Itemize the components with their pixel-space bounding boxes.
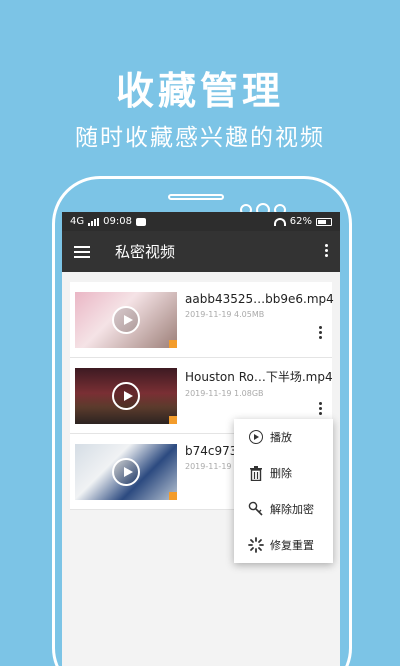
- key-icon: [248, 501, 264, 517]
- promo-subtitle: 随时收藏感兴趣的视频: [75, 125, 325, 151]
- thumbnail-badge: [169, 492, 177, 500]
- message-icon: [135, 217, 146, 226]
- video-file-meta: 2019-11-19 1.08GB: [185, 389, 264, 398]
- app-bar: 私密视频: [62, 231, 340, 272]
- menu-item-play[interactable]: 播放: [234, 419, 333, 455]
- page-title: 私密视频: [115, 243, 176, 261]
- more-options-icon[interactable]: [325, 244, 328, 257]
- video-file-meta: 2019-11-19 4.05MB: [185, 310, 265, 319]
- menu-item-repair[interactable]: 修复重置: [234, 527, 333, 563]
- signal-icon: [88, 217, 100, 226]
- thumbnail-badge: [169, 340, 177, 348]
- wifi-icon: [273, 217, 286, 226]
- status-bar: 4G 09:08 62%: [62, 212, 340, 231]
- play-icon[interactable]: [112, 382, 140, 410]
- play-icon[interactable]: [112, 306, 140, 334]
- menu-icon[interactable]: [74, 245, 90, 258]
- video-thumbnail[interactable]: [75, 368, 177, 424]
- menu-item-decrypt[interactable]: 解除加密: [234, 491, 333, 527]
- trash-icon: [248, 465, 264, 481]
- menu-item-label: 解除加密: [270, 503, 314, 516]
- menu-item-label: 删除: [270, 467, 292, 480]
- loading-icon: [248, 537, 264, 553]
- phone-screen: 4G 09:08 62% 私密视频 aabb43525…bb9e6.mp4 20…: [62, 212, 340, 666]
- item-more-icon[interactable]: [319, 402, 322, 415]
- status-time: 09:08: [103, 216, 132, 227]
- video-file-name: Houston Ro…下半场.mp4: [185, 370, 333, 384]
- menu-item-delete[interactable]: 删除: [234, 455, 333, 491]
- video-thumbnail[interactable]: [75, 444, 177, 500]
- menu-item-label: 播放: [270, 431, 292, 444]
- play-icon[interactable]: [112, 458, 140, 486]
- network-label: 4G: [70, 216, 85, 227]
- battery-percent: 62%: [289, 216, 312, 227]
- thumbnail-badge: [169, 416, 177, 424]
- video-thumbnail[interactable]: [75, 292, 177, 348]
- context-menu: 播放 删除 解除加密 修复重置: [234, 419, 333, 563]
- promo-title: 收藏管理: [115, 69, 284, 113]
- item-more-icon[interactable]: [319, 326, 322, 339]
- video-item[interactable]: aabb43525…bb9e6.mp4 2019-11-19 4.05MB: [70, 282, 334, 358]
- circle-play-icon: [248, 429, 264, 445]
- battery-icon: [316, 217, 332, 226]
- video-file-name: aabb43525…bb9e6.mp4: [185, 292, 334, 306]
- phone-speaker: [168, 194, 224, 200]
- menu-item-label: 修复重置: [270, 539, 314, 552]
